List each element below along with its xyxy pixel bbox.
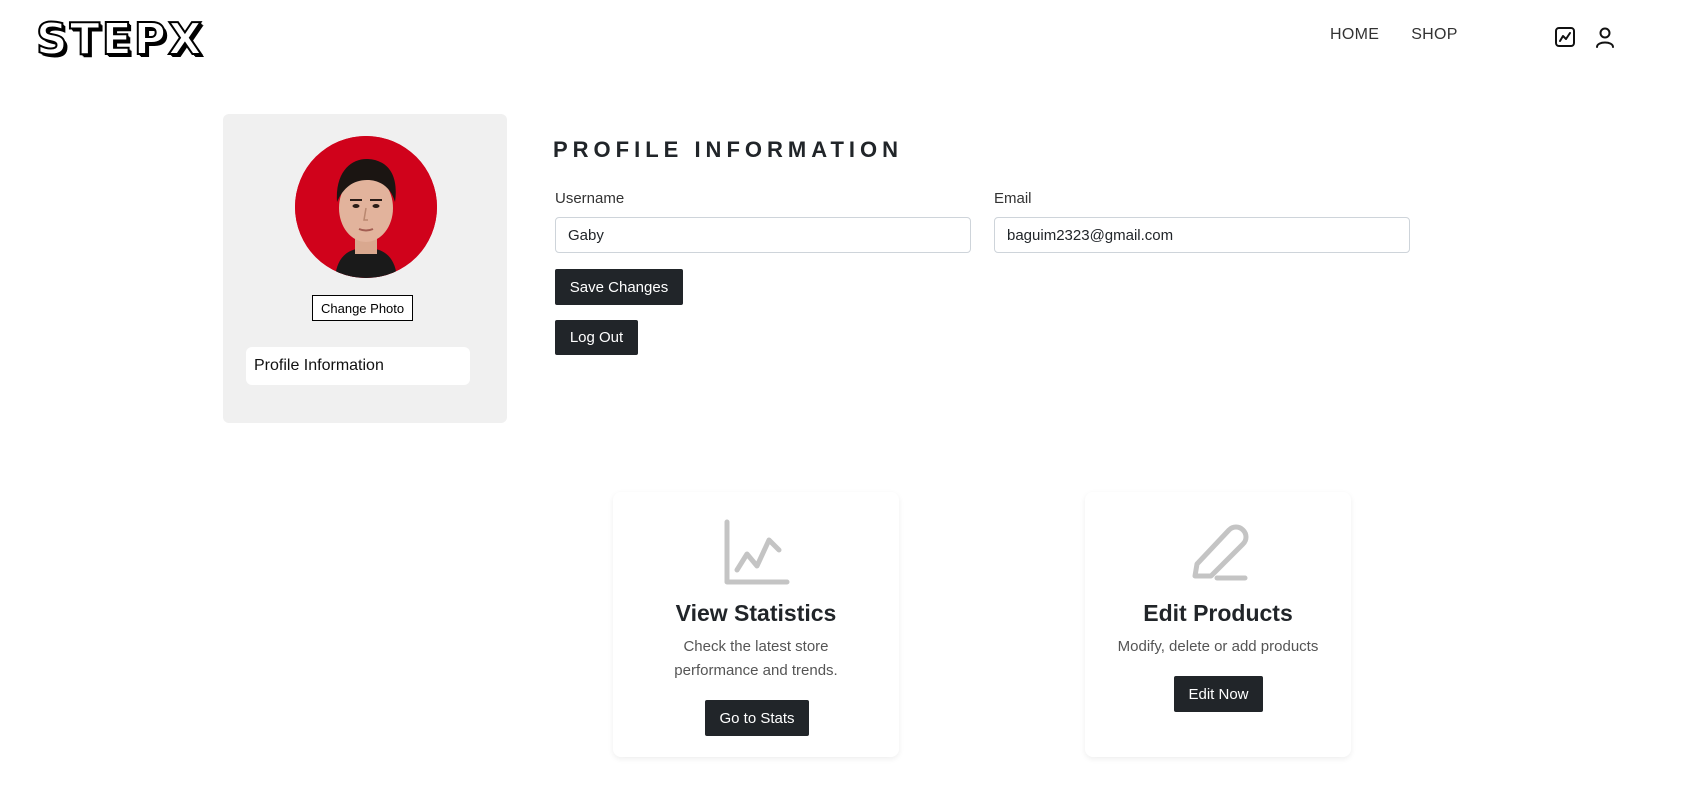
save-changes-button[interactable]: Save Changes	[555, 269, 683, 305]
logo[interactable]: STEPX	[35, 15, 204, 65]
view-statistics-card: View Statistics Check the latest store p…	[613, 492, 899, 757]
nav-shop[interactable]: SHOP	[1411, 26, 1458, 44]
email-label: Email	[994, 190, 1032, 207]
card-title: Edit Products	[1143, 600, 1293, 626]
profile-sidebar: Change Photo Profile Information	[223, 114, 507, 423]
change-photo-button[interactable]: Change Photo	[312, 295, 414, 321]
avatar	[295, 136, 437, 278]
username-label: Username	[555, 190, 625, 207]
chart-icon	[721, 518, 791, 588]
user-icon[interactable]	[1594, 26, 1616, 48]
stats-icon[interactable]	[1554, 26, 1576, 48]
go-to-stats-button[interactable]: Go to Stats	[705, 700, 809, 736]
header-icons	[1554, 26, 1616, 48]
sidebar-item-profile-information[interactable]: Profile Information	[246, 347, 470, 385]
card-title: View Statistics	[675, 600, 837, 626]
username-field[interactable]	[555, 217, 971, 253]
page-title: PROFILE INFORMATION	[553, 137, 904, 162]
email-field[interactable]	[994, 217, 1410, 253]
edit-products-card: Edit Products Modify, delete or add prod…	[1085, 492, 1351, 757]
main-nav: HOME SHOP	[1330, 26, 1458, 44]
card-description: Modify, delete or add products	[1117, 638, 1319, 655]
pen-icon	[1183, 518, 1253, 588]
nav-home[interactable]: HOME	[1330, 26, 1379, 44]
logout-button[interactable]: Log Out	[555, 320, 638, 355]
edit-now-button[interactable]: Edit Now	[1174, 676, 1263, 712]
card-description: Check the latest store performance and t…	[674, 638, 838, 679]
